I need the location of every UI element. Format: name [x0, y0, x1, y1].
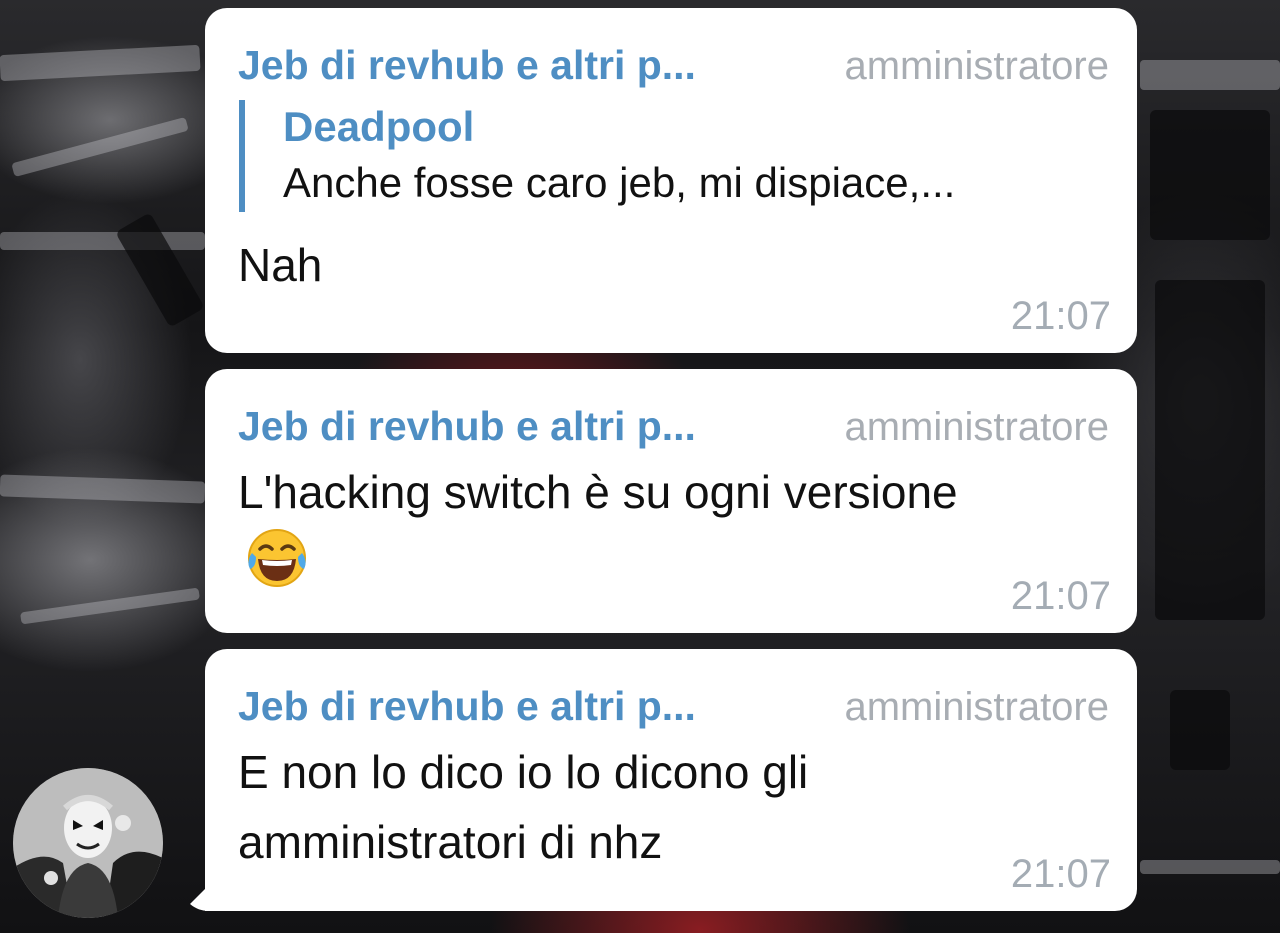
message-bubble[interactable]: Jeb di revhub e altri p... amministrator…	[205, 369, 1137, 633]
sender-role-badge: amministratore	[844, 405, 1109, 449]
message-text: L'hacking switch è su ogni versione	[238, 466, 958, 518]
sender-name[interactable]: Jeb di revhub e altri p...	[238, 403, 696, 450]
message-time: 21:07	[1010, 574, 1111, 618]
sender-avatar[interactable]	[13, 768, 163, 918]
reply-text: Anche fosse caro jeb, mi dispiace,...	[283, 159, 956, 206]
sender-name[interactable]: Jeb di revhub e altri p...	[238, 42, 696, 89]
message-time: 21:07	[1010, 294, 1111, 338]
avatar-image	[13, 768, 163, 918]
reply-quote[interactable]: Deadpool Anche fosse caro jeb, mi dispia…	[239, 100, 1109, 212]
message-bubble[interactable]: Jeb di revhub e altri p... amministrator…	[205, 649, 1137, 911]
sender-name[interactable]: Jeb di revhub e altri p...	[238, 683, 696, 730]
message-header: Jeb di revhub e altri p... amministrator…	[238, 683, 1109, 731]
message-bubble[interactable]: Jeb di revhub e altri p... amministrator…	[205, 8, 1137, 353]
reply-author: Deadpool	[283, 103, 475, 150]
message-header: Jeb di revhub e altri p... amministrator…	[238, 42, 1109, 90]
sender-role-badge: amministratore	[844, 44, 1109, 88]
face-with-tears-of-joy-icon	[244, 527, 310, 608]
message-header: Jeb di revhub e altri p... amministrator…	[238, 403, 1109, 451]
sender-role-badge: amministratore	[844, 685, 1109, 729]
bubble-tail	[183, 885, 209, 911]
message-text: E non lo dico io lo dicono gli amministr…	[238, 746, 809, 868]
message-text-wrapper: L'hacking switch è su ogni versione	[238, 457, 1109, 608]
message-time: 21:07	[1010, 852, 1111, 896]
message-text: Nah	[238, 239, 323, 291]
